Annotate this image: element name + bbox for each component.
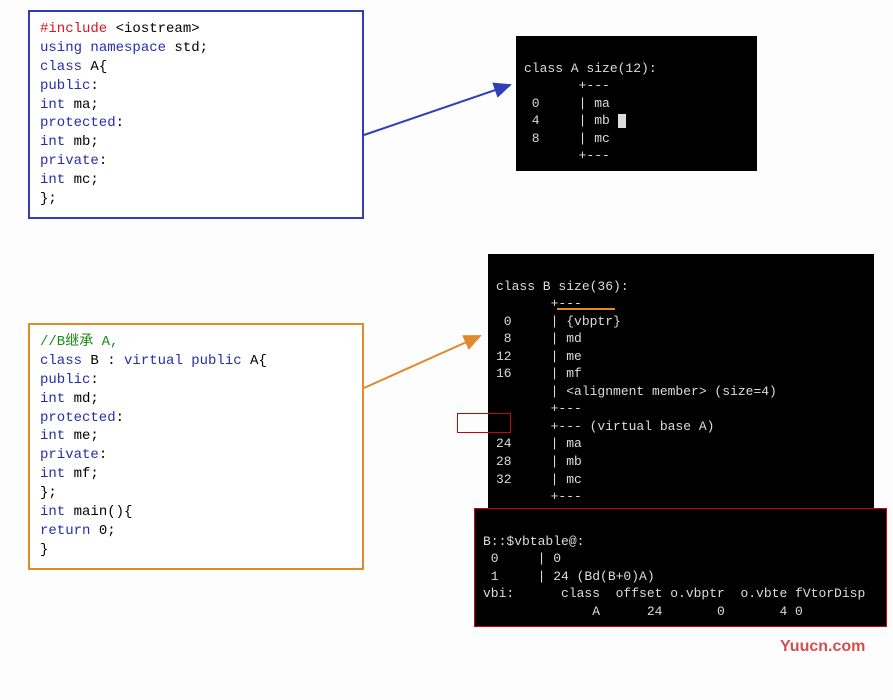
- code-line: }: [40, 541, 352, 560]
- term-line: 32 | mc: [496, 472, 582, 487]
- term-line: +---: [524, 78, 610, 93]
- term-line: 0 | {vbptr}: [496, 314, 621, 329]
- code-line: class A{: [40, 58, 352, 77]
- code-line: private:: [40, 152, 352, 171]
- term-line: 1 | 24 (Bd(B+0)A): [483, 569, 655, 584]
- code-line: class B : virtual public A{: [40, 352, 352, 371]
- terminal-class-b-layout: class B size(36): +--- 0 | {vbptr} 8 | m…: [488, 254, 874, 512]
- code-line: private:: [40, 446, 352, 465]
- code-box-class-b: //B继承 A, class B : virtual public A{ pub…: [28, 323, 364, 570]
- term-line: 8 | mc: [524, 131, 610, 146]
- code-line: public:: [40, 77, 352, 96]
- highlight-offset-24: [457, 413, 511, 433]
- term-line: +---: [496, 489, 582, 504]
- term-line: 0 | ma: [524, 96, 610, 111]
- term-line: 0 | 0: [483, 551, 561, 566]
- diagram-canvas: #include <iostream> using namespace std;…: [0, 0, 893, 700]
- term-line: +--- (virtual base A): [496, 419, 714, 434]
- code-box-class-a: #include <iostream> using namespace std;…: [28, 10, 364, 219]
- code-line: int md;: [40, 390, 352, 409]
- code-comment: //B继承 A,: [40, 333, 352, 352]
- highlight-vbptr: [557, 308, 615, 310]
- term-line: A 24 0 4 0: [483, 604, 803, 619]
- arrow-a-to-layout: [362, 80, 517, 140]
- cursor-icon: [618, 114, 626, 128]
- term-line: class A size(12):: [524, 61, 657, 76]
- arrow-b-to-layout: [362, 330, 487, 400]
- code-line: };: [40, 484, 352, 503]
- code-line: int mf;: [40, 465, 352, 484]
- code-line: };: [40, 190, 352, 209]
- terminal-vbtable: B::$vbtable@: 0 | 0 1 | 24 (Bd(B+0)A) vb…: [474, 508, 887, 627]
- watermark: Yuucn.com: [780, 638, 865, 656]
- code-line: int me;: [40, 427, 352, 446]
- term-line: vbi: class offset o.vbptr o.vbte fVtorDi…: [483, 586, 865, 601]
- term-line: 28 | mb: [496, 454, 582, 469]
- code-line: #include <iostream>: [40, 20, 352, 39]
- term-line: 4 | mb: [524, 113, 626, 128]
- code-line: int mc;: [40, 171, 352, 190]
- code-line: using namespace std;: [40, 39, 352, 58]
- code-line: protected:: [40, 409, 352, 428]
- term-line: 12 | me: [496, 349, 582, 364]
- code-line: int main(){: [40, 503, 352, 522]
- terminal-class-a-layout: class A size(12): +--- 0 | ma 4 | mb 8 |…: [516, 36, 757, 171]
- term-line: B::$vbtable@:: [483, 534, 584, 549]
- code-line: int ma;: [40, 96, 352, 115]
- code-line: int mb;: [40, 133, 352, 152]
- term-line: 8 | md: [496, 331, 582, 346]
- term-line: +---: [524, 148, 610, 163]
- code-line: return 0;: [40, 522, 352, 541]
- term-line: 16 | mf: [496, 366, 582, 381]
- term-line: 24 | ma: [496, 436, 582, 451]
- preproc: #include: [40, 21, 107, 37]
- term-line: | <alignment member> (size=4): [496, 384, 777, 399]
- term-line: class B size(36):: [496, 279, 629, 294]
- code-line: protected:: [40, 114, 352, 133]
- code-line: public:: [40, 371, 352, 390]
